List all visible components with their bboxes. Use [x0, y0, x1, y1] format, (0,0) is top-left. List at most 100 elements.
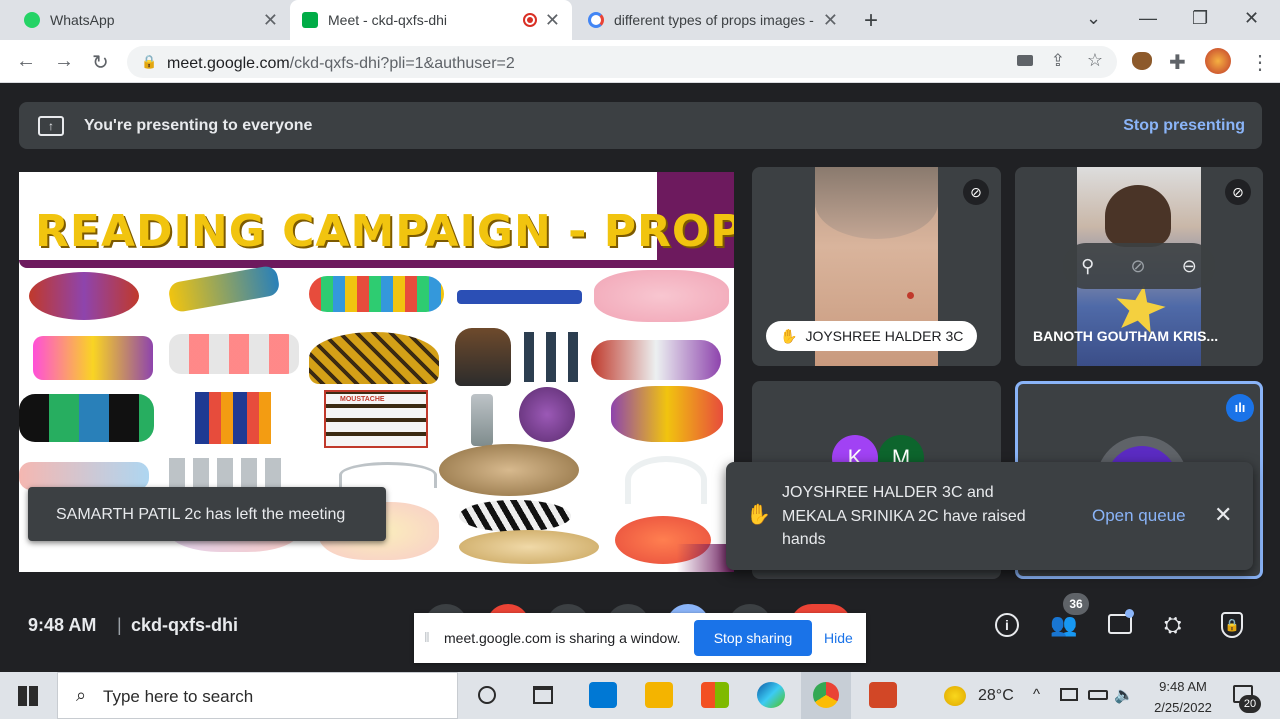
- speaking-indicator-icon: ılı: [1226, 394, 1254, 422]
- people-icon[interactable]: 👥: [1050, 612, 1077, 638]
- edge-icon[interactable]: [757, 682, 785, 708]
- participant-tile-banoth[interactable]: ⊘ ⚲ ⊘ ⊖ BANOTH GOUTHAM KRIS...: [1015, 167, 1263, 366]
- bunny-ears-image: [625, 456, 707, 504]
- url-domain: meet.google.com: [167, 55, 290, 72]
- lollipop-image: [519, 387, 575, 442]
- minimize-button[interactable]: —: [1139, 8, 1157, 29]
- zebra-hat-image: [459, 500, 571, 532]
- extensions-puzzle-icon[interactable]: ✚: [1169, 50, 1186, 75]
- headbands-image: [309, 332, 439, 384]
- tiara-image: [339, 462, 437, 488]
- moustache-props-image: MOUSTACHE: [324, 390, 428, 448]
- participant-name: BANOTH GOUTHAM KRIS...: [1033, 328, 1219, 344]
- microphones-image: [524, 332, 584, 382]
- taskbar-search-box[interactable]: ⌕ Type here to search: [57, 672, 458, 719]
- hide-button[interactable]: Hide: [824, 630, 853, 646]
- mute-participant-icon[interactable]: ⊘: [1130, 256, 1145, 277]
- close-tab-icon[interactable]: ✕: [263, 10, 278, 31]
- colorful-hats-image: [611, 386, 723, 442]
- remove-tile-icon[interactable]: ⊖: [1182, 256, 1197, 277]
- camera-icon[interactable]: [1017, 55, 1033, 66]
- mail-icon[interactable]: [589, 682, 617, 708]
- stop-presenting-button[interactable]: Stop presenting: [1123, 117, 1245, 135]
- drag-handle[interactable]: ‖: [424, 629, 430, 645]
- divider: |: [117, 615, 122, 635]
- windows-start-icon[interactable]: [18, 686, 38, 706]
- reload-icon[interactable]: ↻: [92, 50, 109, 75]
- browser-menu-icon[interactable]: ⋮: [1250, 50, 1270, 75]
- address-bar[interactable]: 🔒 meet.google.com/ckd-qxfs-dhi?pli=1&aut…: [127, 46, 1117, 78]
- battery-icon[interactable]: [1088, 690, 1108, 700]
- raised-hands-message: JOYSHREE HALDER 3C and MEKALA SRINIKA 2C…: [782, 484, 1026, 548]
- cortana-icon[interactable]: [478, 686, 496, 704]
- share-icon[interactable]: ⇪: [1051, 51, 1065, 71]
- file-explorer-icon[interactable]: [645, 682, 673, 708]
- bookmark-star-icon[interactable]: ☆: [1087, 50, 1103, 71]
- close-window-button[interactable]: ✕: [1244, 8, 1259, 29]
- volume-icon[interactable]: 🔈: [1114, 685, 1134, 705]
- owl-extension-icon[interactable]: [1132, 52, 1152, 70]
- chrome-icon: [813, 682, 839, 708]
- open-queue-button[interactable]: Open queue: [1092, 506, 1186, 526]
- sunglasses-image: [169, 334, 299, 374]
- tab-google-search[interactable]: different types of props images - ✕: [576, 0, 850, 40]
- pin-icon[interactable]: ⚲: [1081, 256, 1094, 277]
- tab-search-icon[interactable]: ⌄: [1086, 8, 1101, 29]
- profile-avatar[interactable]: [1205, 48, 1231, 74]
- tray-chevron-icon[interactable]: ^: [1033, 686, 1040, 703]
- leis-image: [309, 276, 444, 312]
- singer-image: [455, 328, 511, 386]
- present-screen-icon: ↑: [38, 115, 64, 136]
- hats-image: [591, 340, 721, 380]
- star-prop: [1111, 281, 1168, 335]
- meet-icon: [302, 12, 318, 28]
- masks-image: [29, 272, 139, 320]
- store-icon[interactable]: [701, 682, 729, 708]
- goggles-image: [19, 462, 149, 490]
- stop-sharing-button[interactable]: Stop sharing: [694, 620, 812, 656]
- forward-icon[interactable]: →: [54, 50, 74, 73]
- photo-props-image: [169, 458, 289, 490]
- clock-date: 2/25/2022: [1154, 700, 1212, 715]
- toy-gun-image: [457, 290, 582, 304]
- weather-icon: [944, 686, 966, 706]
- toy-guitars-image: [195, 392, 271, 444]
- close-tab-icon[interactable]: ✕: [545, 10, 560, 31]
- slide-footer: [19, 544, 734, 572]
- presenting-banner: ↑ You're presenting to everyone Stop pre…: [19, 102, 1262, 149]
- tab-meet[interactable]: Meet - ckd-qxfs-dhi ✕: [290, 0, 572, 40]
- party-glasses-image: [19, 394, 154, 442]
- new-tab-button[interactable]: +: [864, 7, 878, 35]
- presenting-text: You're presenting to everyone: [84, 116, 313, 134]
- activities-icon[interactable]: ⛭: [1164, 612, 1182, 638]
- chat-unread-dot: [1125, 609, 1134, 618]
- notifications-count: 20: [1239, 695, 1261, 713]
- google-icon: [588, 12, 604, 28]
- weather-temp: 28°C: [978, 687, 1014, 704]
- taskbar-clock[interactable]: 9:48 AM 2/25/2022: [1147, 676, 1219, 718]
- dagger-image: [471, 394, 493, 446]
- search-icon: ⌕: [76, 685, 87, 705]
- close-toast-icon[interactable]: ✕: [1214, 502, 1232, 528]
- whatsapp-icon: [24, 12, 40, 28]
- restore-button[interactable]: ❐: [1192, 8, 1208, 29]
- people-count-badge: 36: [1063, 593, 1089, 615]
- slide-divider: [19, 260, 734, 268]
- host-controls-icon[interactable]: 🔒: [1221, 612, 1243, 638]
- raised-hands-toast: ✋ JOYSHREE HALDER 3C and MEKALA SRINIKA …: [726, 462, 1253, 570]
- muted-mic-icon: ⊘: [963, 179, 989, 205]
- back-icon[interactable]: ←: [16, 50, 36, 73]
- network-icon[interactable]: [1060, 688, 1078, 701]
- participant-tile-joyshree[interactable]: ⊘ ✋ JOYSHREE HALDER 3C: [752, 167, 1001, 366]
- tile-hover-controls: ⚲ ⊘ ⊖: [1063, 243, 1215, 289]
- tab-label: Meet - ckd-qxfs-dhi: [328, 12, 448, 28]
- powerpoint-icon[interactable]: [869, 682, 897, 708]
- search-placeholder: Type here to search: [103, 687, 254, 706]
- chrome-taskbar-item[interactable]: [801, 672, 851, 719]
- hand-icon: ✋: [780, 327, 798, 344]
- meeting-details-icon[interactable]: i: [995, 613, 1019, 637]
- task-view-icon[interactable]: [533, 686, 553, 704]
- tab-whatsapp[interactable]: WhatsApp ✕: [12, 0, 290, 40]
- close-tab-icon[interactable]: ✕: [823, 10, 838, 31]
- lock-icon: 🔒: [141, 54, 158, 69]
